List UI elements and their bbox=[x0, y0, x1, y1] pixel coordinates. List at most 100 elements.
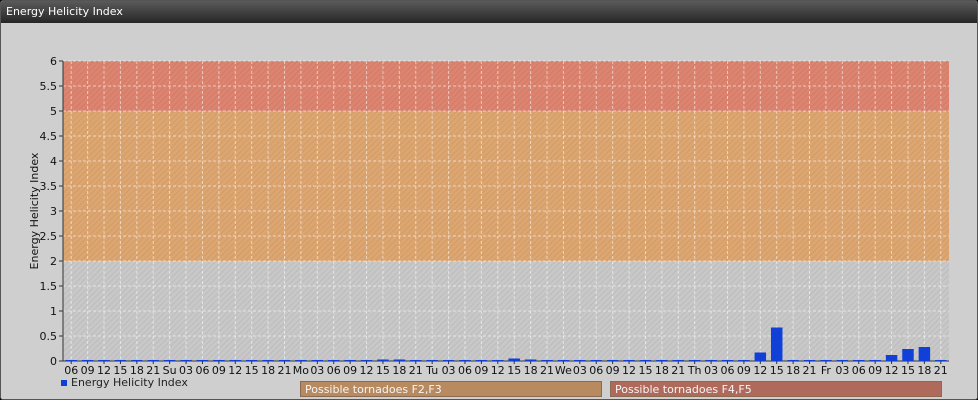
bar bbox=[410, 360, 422, 361]
y-tick-label: 3.5 bbox=[40, 180, 58, 193]
bar bbox=[442, 360, 455, 361]
bar bbox=[81, 360, 94, 361]
legend-swatch bbox=[61, 380, 67, 386]
bar bbox=[606, 360, 619, 361]
y-tick-label: 1 bbox=[50, 305, 57, 318]
x-tick-label: 15 bbox=[901, 364, 915, 377]
x-tick-label: 15 bbox=[376, 364, 390, 377]
x-tick-label: Tu bbox=[425, 364, 438, 377]
x-tick-label: 12 bbox=[228, 364, 242, 377]
bar bbox=[853, 360, 865, 361]
bar bbox=[836, 360, 849, 361]
bar bbox=[820, 360, 832, 361]
bar bbox=[639, 360, 652, 361]
x-tick-label: 06 bbox=[195, 364, 209, 377]
x-tick-label: 18 bbox=[392, 364, 406, 377]
x-tick-label: 09 bbox=[737, 364, 751, 377]
x-tick-label: 03 bbox=[704, 364, 718, 377]
window-title: Energy Helicity Index bbox=[6, 5, 123, 18]
chart-area: 0 0.5 1 1.5 2 2.5 3 3.5 4 4.5 5 5.5 6 Energy Helicity… bbox=[1, 23, 977, 399]
bar bbox=[311, 360, 324, 361]
x-tick-label: 21 bbox=[278, 364, 292, 377]
bar bbox=[557, 360, 570, 361]
bar bbox=[426, 360, 438, 361]
x-tick-label: 12 bbox=[753, 364, 767, 377]
bar bbox=[196, 360, 209, 361]
band-label-f4-f5: Possible tornadoes F4,F5 bbox=[610, 381, 942, 397]
x-tick-label: 06 bbox=[721, 364, 735, 377]
bar bbox=[721, 360, 734, 361]
bar bbox=[787, 360, 799, 361]
x-tick-label: 21 bbox=[803, 364, 817, 377]
bar bbox=[131, 360, 143, 361]
bar bbox=[229, 360, 242, 361]
bar bbox=[935, 360, 947, 361]
bar bbox=[377, 359, 389, 361]
x-tick-label: 15 bbox=[507, 364, 521, 377]
x-tick-label: 09 bbox=[606, 364, 620, 377]
y-tick-label: 4 bbox=[50, 155, 57, 168]
x-tick-label: 03 bbox=[835, 364, 849, 377]
y-tick-label: 6 bbox=[50, 55, 57, 68]
x-tick-label: 03 bbox=[442, 364, 456, 377]
bar bbox=[770, 327, 783, 361]
x-tick-label: 18 bbox=[655, 364, 669, 377]
x-tick-label: 21 bbox=[409, 364, 423, 377]
y-tick-label: 0.5 bbox=[40, 330, 58, 343]
bar bbox=[262, 360, 274, 361]
y-tick-label: 3 bbox=[50, 205, 57, 218]
x-tick-label: 21 bbox=[934, 364, 948, 377]
x-tick-label: 12 bbox=[360, 364, 374, 377]
bar bbox=[65, 360, 77, 361]
x-tick-label: 09 bbox=[343, 364, 357, 377]
bar bbox=[524, 359, 537, 361]
bar bbox=[278, 360, 291, 361]
bar bbox=[344, 360, 356, 361]
bar bbox=[623, 360, 635, 361]
title-bar: Energy Helicity Index bbox=[1, 1, 977, 24]
legend-label: Energy Helicity Index bbox=[71, 376, 188, 389]
band-label-f2-f3: Possible tornadoes F2,F3 bbox=[300, 381, 602, 397]
x-tick-label: 18 bbox=[786, 364, 800, 377]
bar bbox=[147, 360, 159, 361]
bar bbox=[885, 355, 898, 361]
x-tick-label: 12 bbox=[885, 364, 899, 377]
y-tick-label: 4.5 bbox=[40, 130, 58, 143]
bar bbox=[213, 360, 225, 361]
bar bbox=[327, 360, 340, 361]
bar bbox=[803, 360, 816, 361]
bar bbox=[672, 360, 685, 361]
bar bbox=[459, 360, 471, 361]
chart-panel: Energy Helicity Index 0 0.5 1 1.5 2 2.5 3 3.5 4 4… bbox=[0, 0, 978, 400]
bar bbox=[754, 352, 767, 361]
x-tick-label: Fr bbox=[821, 364, 832, 377]
bar bbox=[705, 360, 717, 361]
y-tick-label: 5.5 bbox=[40, 80, 58, 93]
x-tick-label: 18 bbox=[524, 364, 538, 377]
x-tick-label: 06 bbox=[852, 364, 866, 377]
y-tick-label: 2 bbox=[50, 255, 57, 268]
x-tick-label: 21 bbox=[671, 364, 685, 377]
bar bbox=[918, 347, 931, 361]
y-tick-label: 2.5 bbox=[40, 230, 58, 243]
bar bbox=[393, 359, 406, 361]
x-tick-label: 15 bbox=[638, 364, 652, 377]
bar bbox=[180, 360, 192, 361]
x-tick-label: Mo bbox=[293, 364, 309, 377]
bar bbox=[590, 360, 602, 361]
x-tick-label: 15 bbox=[245, 364, 259, 377]
bar bbox=[360, 360, 373, 361]
bar bbox=[492, 360, 504, 361]
bar bbox=[902, 349, 914, 361]
bar bbox=[98, 360, 110, 361]
x-tick-label: 09 bbox=[212, 364, 226, 377]
x-tick-label: 03 bbox=[573, 364, 587, 377]
legend-item-ehi[interactable]: Energy Helicity Index bbox=[61, 376, 188, 389]
x-tick-label: 09 bbox=[868, 364, 882, 377]
y-tick-label: 1.5 bbox=[40, 280, 58, 293]
bar bbox=[574, 360, 586, 361]
x-tick-label: 03 bbox=[310, 364, 324, 377]
bar bbox=[688, 360, 701, 361]
y-axis-label: Energy Helicity Index bbox=[28, 152, 41, 269]
x-tick-label: 15 bbox=[770, 364, 784, 377]
